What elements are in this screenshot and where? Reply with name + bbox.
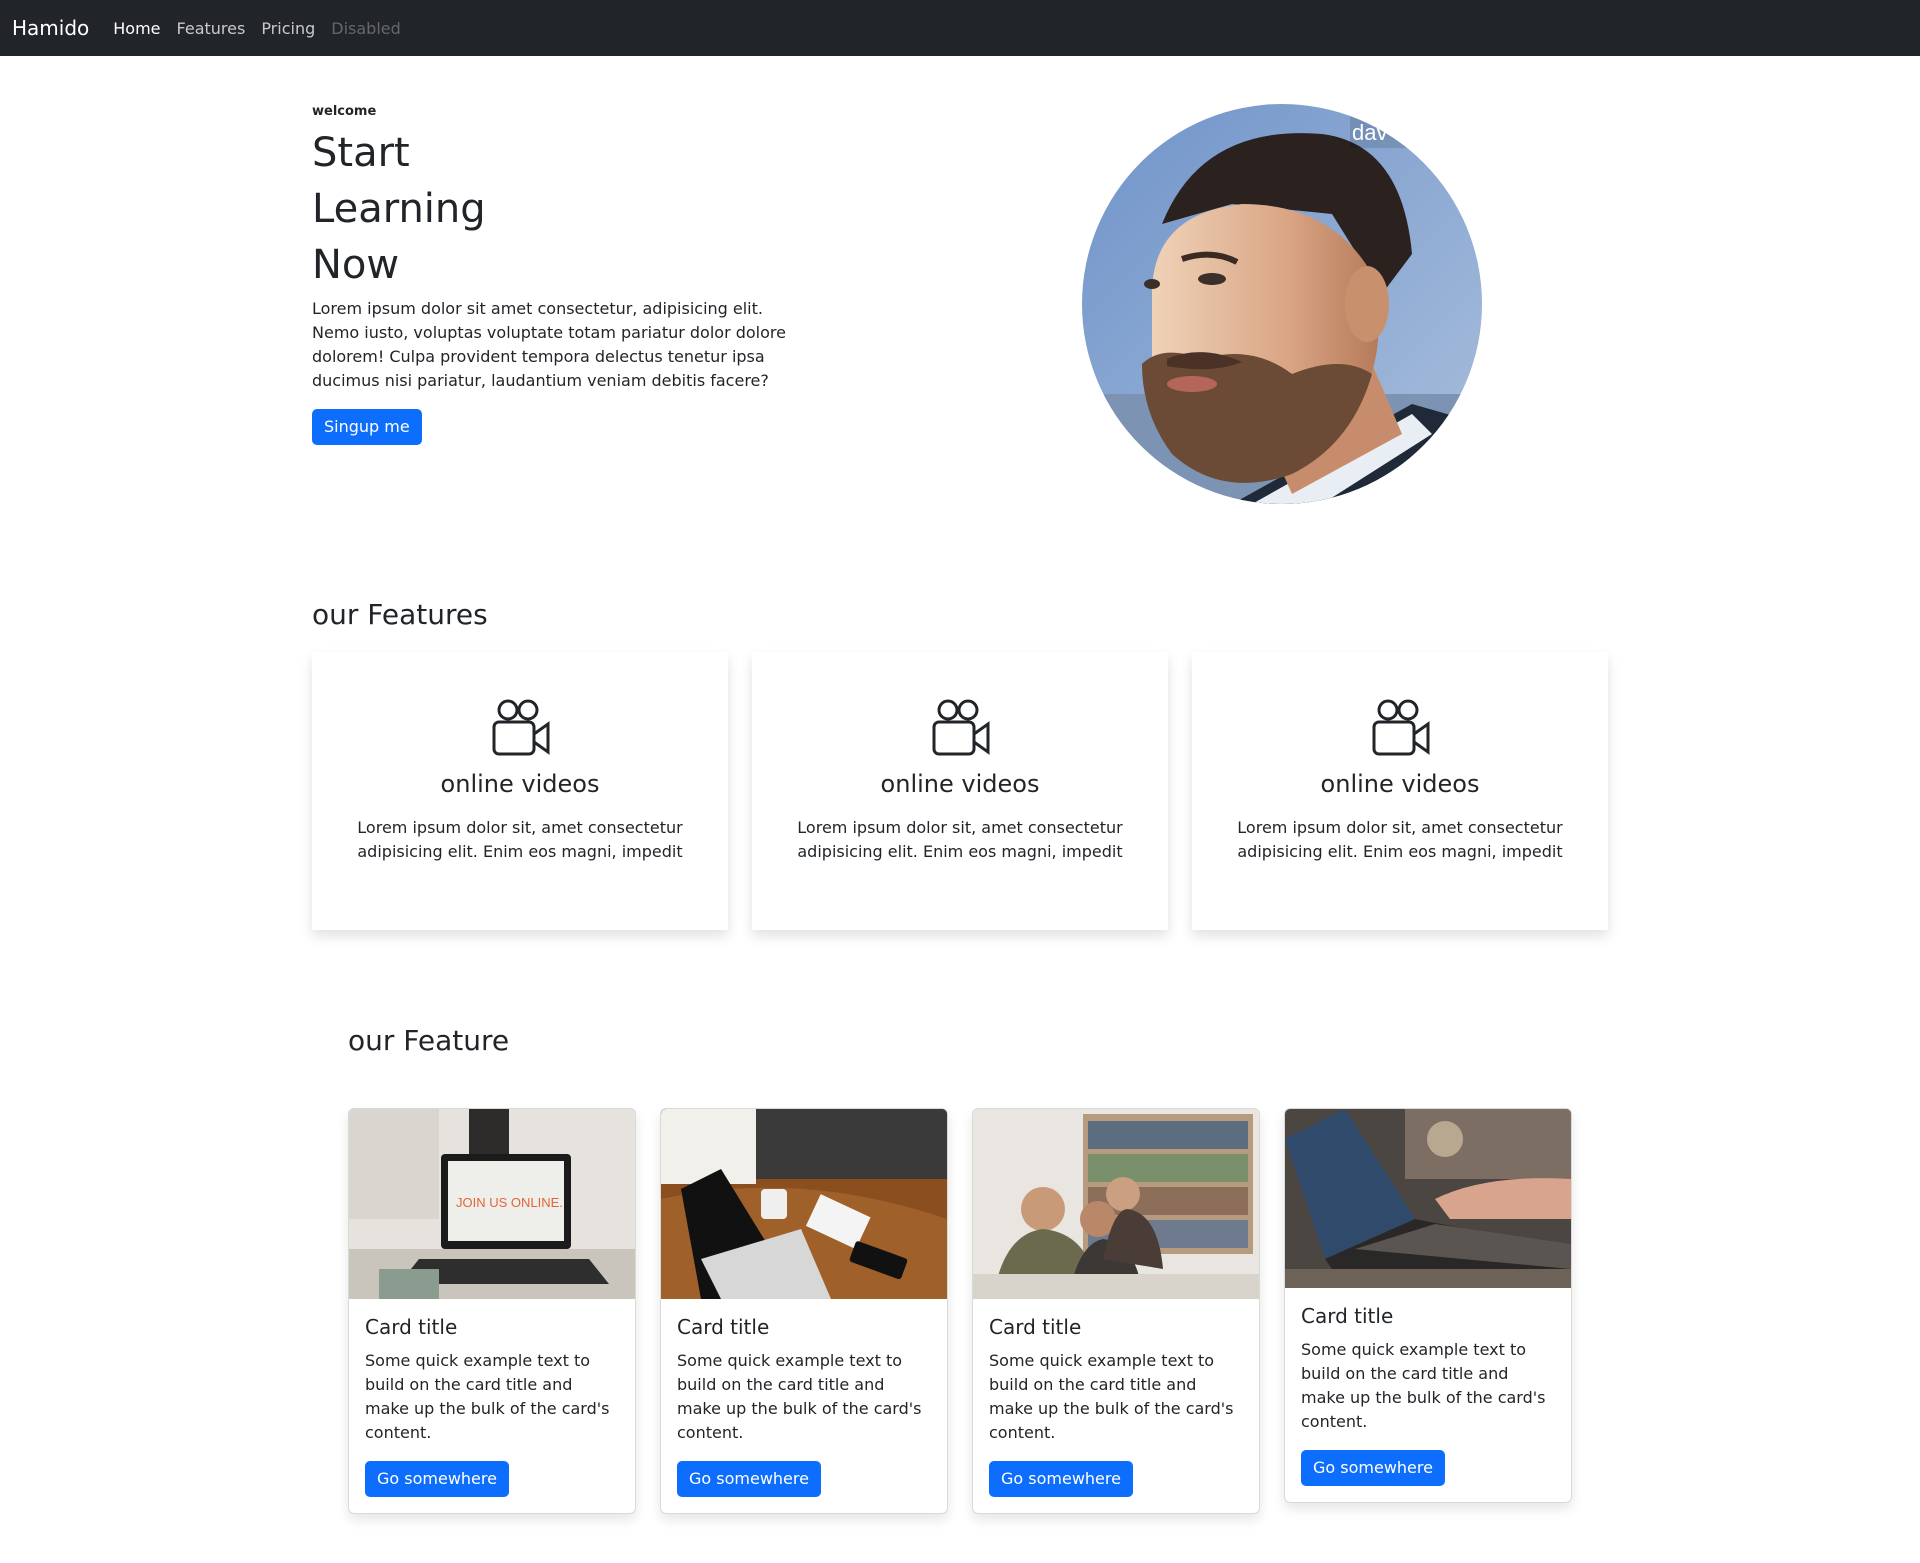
image-card: Card title Some quick example text to bu… — [660, 1108, 948, 1514]
feature-text: Lorem ipsum dolor sit, amet consectetur … — [357, 818, 683, 861]
brand-logo[interactable]: Hamido — [12, 16, 89, 40]
feature2-title: our Feature — [348, 1024, 510, 1057]
hero-title-line-2: Learning — [312, 186, 486, 232]
hero-eyebrow: welcome — [312, 104, 377, 119]
card-title: Card title — [989, 1315, 1082, 1339]
card-text: Some quick example text to build on the … — [1301, 1340, 1546, 1431]
signup-button[interactable]: Singup me — [312, 409, 422, 445]
video-camera-icon — [752, 696, 1168, 764]
nav-link-features[interactable]: Features — [177, 19, 246, 38]
card-title: Card title — [1301, 1304, 1394, 1328]
hero-title: Start Learning Now — [312, 125, 832, 293]
go-somewhere-button[interactable]: Go somewhere — [677, 1461, 821, 1497]
video-camera-icon — [312, 696, 728, 764]
people-library-photo — [973, 1109, 1259, 1299]
go-somewhere-button[interactable]: Go somewhere — [365, 1461, 509, 1497]
hero-title-line-3: Now — [312, 242, 400, 288]
card-text: Some quick example text to build on the … — [365, 1351, 610, 1442]
feature-card: online videos Lorem ipsum dolor sit, ame… — [752, 652, 1168, 930]
feature-title: online videos — [1320, 770, 1480, 798]
hero-title-line-1: Start — [312, 130, 410, 176]
video-camera-icon — [1192, 696, 1608, 764]
card-text: Some quick example text to build on the … — [677, 1351, 922, 1442]
portrait-illustration: dav — [1082, 104, 1482, 504]
portrait-watermark: dav — [1352, 120, 1387, 145]
go-somewhere-button[interactable]: Go somewhere — [989, 1461, 1133, 1497]
features-title: our Features — [312, 598, 488, 631]
hands-typing-laptop-photo — [1285, 1109, 1571, 1288]
navbar: Hamido Home Features Pricing Disabled — [0, 0, 1920, 56]
feature-title: online videos — [880, 770, 1040, 798]
nav-link-disabled: Disabled — [331, 18, 401, 38]
image-card: Card title Some quick example text to bu… — [972, 1108, 1260, 1514]
card-title: Card title — [365, 1315, 458, 1339]
laptop-screen-text: JOIN US ONLINE. — [456, 1195, 563, 1210]
feature-text: Lorem ipsum dolor sit, amet consectetur … — [797, 818, 1123, 861]
feature-title: online videos — [440, 770, 600, 798]
image-card: Card title Some quick example text to bu… — [1284, 1108, 1572, 1503]
feature-text: Lorem ipsum dolor sit, amet consectetur … — [1237, 818, 1563, 861]
go-somewhere-button[interactable]: Go somewhere — [1301, 1450, 1445, 1486]
nav-link-home[interactable]: Home — [113, 19, 160, 38]
laptop-join-us-online-photo: JOIN US ONLINE. — [349, 1109, 635, 1299]
card-title: Card title — [677, 1315, 770, 1339]
feature-card: online videos Lorem ipsum dolor sit, ame… — [312, 652, 728, 930]
laptop-desk-coffee-photo — [661, 1109, 947, 1299]
hero-portrait: dav — [1082, 104, 1482, 504]
hero-description: Lorem ipsum dolor sit amet consectetur, … — [312, 299, 786, 390]
hero-section: welcome Start Learning Now Lorem ipsum d… — [312, 104, 832, 445]
card-text: Some quick example text to build on the … — [989, 1351, 1234, 1442]
feature-card: online videos Lorem ipsum dolor sit, ame… — [1192, 652, 1608, 930]
image-card: JOIN US ONLINE. Card title Some quick ex… — [348, 1108, 636, 1514]
nav-link-pricing[interactable]: Pricing — [261, 19, 315, 38]
